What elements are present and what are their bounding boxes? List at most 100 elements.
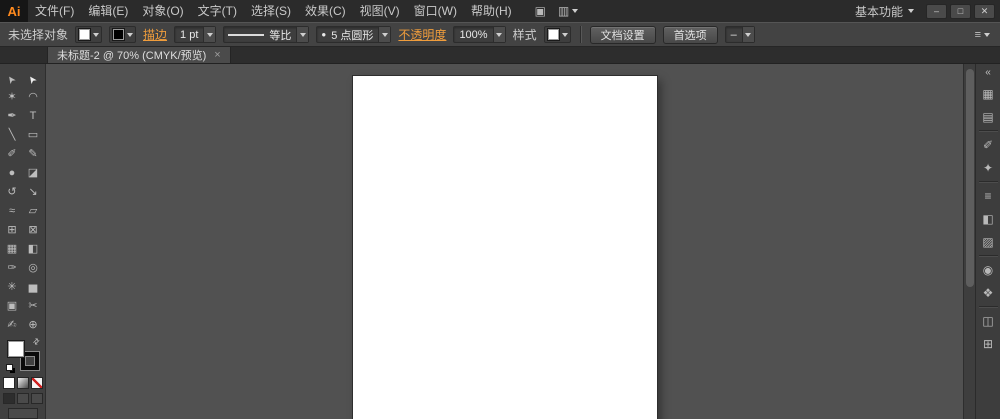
arrange-documents-dropdown[interactable]: ▥ (558, 4, 579, 18)
free-transform-tool[interactable]: ▱ (23, 202, 44, 221)
vertical-scrollbar-thumb[interactable] (966, 69, 974, 287)
preferences-button[interactable]: 首选项 (662, 25, 718, 44)
perspective-grid-tool[interactable]: ⊠ (23, 221, 44, 240)
rectangle-tool[interactable]: ▭ (23, 126, 44, 145)
pen-tool[interactable]: ✒ (2, 107, 23, 126)
apply-none-button[interactable] (30, 377, 43, 389)
selection-tool-icon: ➤ (4, 72, 19, 86)
menu-select[interactable]: 选择(S) (244, 0, 298, 22)
graphic-styles-panel-button[interactable]: ❖ (976, 281, 1000, 304)
rotate-tool[interactable]: ↺ (2, 183, 23, 202)
transparency-panel-button[interactable]: ▨ (976, 230, 1000, 253)
transparency-panel-icon: ▨ (982, 234, 994, 249)
color-panel-button[interactable]: ▦ (976, 82, 1000, 105)
apply-gradient-button[interactable] (16, 377, 29, 389)
magic-wand-tool[interactable]: ✶ (2, 88, 23, 107)
apply-color-button[interactable] (2, 377, 15, 389)
eyedropper-tool[interactable]: ✑ (2, 259, 23, 278)
stroke-panel-button[interactable]: ≡ (976, 184, 1000, 207)
layers-panel-button[interactable]: ◫ (976, 309, 1000, 332)
fill-color-proxy[interactable] (6, 340, 25, 358)
menu-edit[interactable]: 编辑(E) (81, 0, 135, 22)
direct-selection-tool[interactable]: ➤ (23, 69, 44, 88)
blob-brush-tool[interactable]: ● (2, 164, 23, 183)
opacity-panel-link[interactable]: 不透明度 (398, 26, 446, 43)
default-fill-stroke-icon[interactable] (5, 364, 13, 371)
menu-effect[interactable]: 效果(C) (298, 0, 353, 22)
more-options-icon: – (730, 28, 737, 41)
more-options-dropdown[interactable]: – (724, 26, 755, 43)
column-graph-tool[interactable]: ▅ (23, 278, 44, 297)
selection-status: 未选择对象 (8, 28, 69, 42)
dock-divider (978, 255, 998, 256)
close-button[interactable]: ✕ (974, 3, 995, 19)
document-tab[interactable]: 未标题-2 @ 70% (CMYK/预览) × (47, 47, 231, 63)
swap-fill-stroke-icon[interactable]: ⇄ (31, 336, 42, 347)
menu-view[interactable]: 视图(V) (353, 0, 407, 22)
vertical-scrollbar[interactable] (963, 64, 975, 419)
swatches-panel-button[interactable]: ▤ (976, 105, 1000, 128)
artboard[interactable] (352, 76, 657, 419)
scale-tool[interactable]: ↘ (23, 183, 44, 202)
screen-mode-button[interactable] (7, 408, 38, 419)
document-setup-button[interactable]: 文档设置 (589, 25, 656, 44)
bridge-icon[interactable]: ▣ (535, 4, 546, 18)
draw-behind-button[interactable] (16, 393, 29, 404)
paintbrush-tool[interactable]: ✐ (2, 145, 23, 164)
panel-dock: « ▦ ▤ ✐ ✦ ≡ ◧ ▨ ◉ ❖ ◫ ⊞ (975, 64, 1000, 419)
hand-tool[interactable]: ✍ (2, 316, 23, 335)
brushes-panel-icon: ✐ (982, 137, 994, 152)
draw-normal-button[interactable] (2, 393, 15, 404)
eraser-tool[interactable]: ◪ (23, 164, 44, 183)
zoom-tool[interactable]: ⊕ (23, 316, 44, 335)
eraser-tool-icon: ◪ (27, 167, 39, 179)
tab-close-icon[interactable]: × (214, 49, 220, 61)
stroke-color-dropdown[interactable] (109, 26, 137, 43)
illustrator-logo: Ai (0, 0, 28, 22)
chevron-down-icon (378, 27, 391, 42)
graphic-style-dropdown[interactable] (543, 26, 571, 43)
type-tool-icon: T (29, 110, 37, 122)
type-tool[interactable]: T (23, 107, 44, 126)
menu-type[interactable]: 文字(T) (191, 0, 244, 22)
shape-builder-tool[interactable]: ⊞ (2, 221, 23, 240)
lasso-tool[interactable]: ◠ (23, 88, 44, 107)
line-segment-tool[interactable]: ╲ (2, 126, 23, 145)
restore-button[interactable]: □ (950, 3, 971, 19)
workspace-switcher[interactable]: 基本功能 (843, 3, 926, 20)
symbols-panel-button[interactable]: ✦ (976, 156, 1000, 179)
symbol-sprayer-tool[interactable]: ✳ (2, 278, 23, 297)
gradient-tool[interactable]: ◧ (23, 240, 44, 259)
artboards-panel-button[interactable]: ⊞ (976, 332, 1000, 355)
brush-definition-select[interactable]: ● 5 点圆形 (316, 26, 392, 43)
draw-inside-button[interactable] (30, 393, 43, 404)
menu-object[interactable]: 对象(O) (135, 0, 190, 22)
hand-tool-icon: ✍ (7, 319, 17, 331)
slice-tool[interactable]: ✂ (23, 297, 44, 316)
opacity-select[interactable]: 100% (453, 26, 506, 43)
menu-help[interactable]: 帮助(H) (464, 0, 519, 22)
selection-tool[interactable]: ➤ (2, 69, 23, 88)
width-profile-select[interactable]: 等比 (223, 26, 310, 43)
control-panel-menu[interactable]: ≡ (975, 29, 992, 41)
canvas-area[interactable] (46, 64, 963, 419)
width-tool-icon: ≈ (8, 205, 16, 217)
stroke-weight-select[interactable]: 1 pt (174, 26, 217, 43)
appearance-panel-button[interactable]: ◉ (976, 258, 1000, 281)
brushes-panel-button[interactable]: ✐ (976, 133, 1000, 156)
width-tool[interactable]: ≈ (2, 202, 23, 221)
minimize-button[interactable]: – (926, 3, 947, 19)
opacity-value: 100% (459, 28, 488, 41)
expand-panels-button[interactable]: « (985, 67, 991, 82)
stroke-panel-link[interactable]: 描边 (143, 26, 167, 43)
pencil-tool[interactable]: ✎ (23, 145, 44, 164)
blend-tool[interactable]: ◎ (23, 259, 44, 278)
menu-window[interactable]: 窗口(W) (407, 0, 464, 22)
brush-preview-icon: ● (321, 30, 327, 39)
fill-color-dropdown[interactable] (75, 26, 103, 43)
gradient-panel-button[interactable]: ◧ (976, 207, 1000, 230)
menu-file[interactable]: 文件(F) (28, 0, 81, 22)
mesh-tool[interactable]: ▦ (2, 240, 23, 259)
free-transform-tool-icon: ▱ (28, 205, 38, 217)
artboard-tool[interactable]: ▣ (2, 297, 23, 316)
